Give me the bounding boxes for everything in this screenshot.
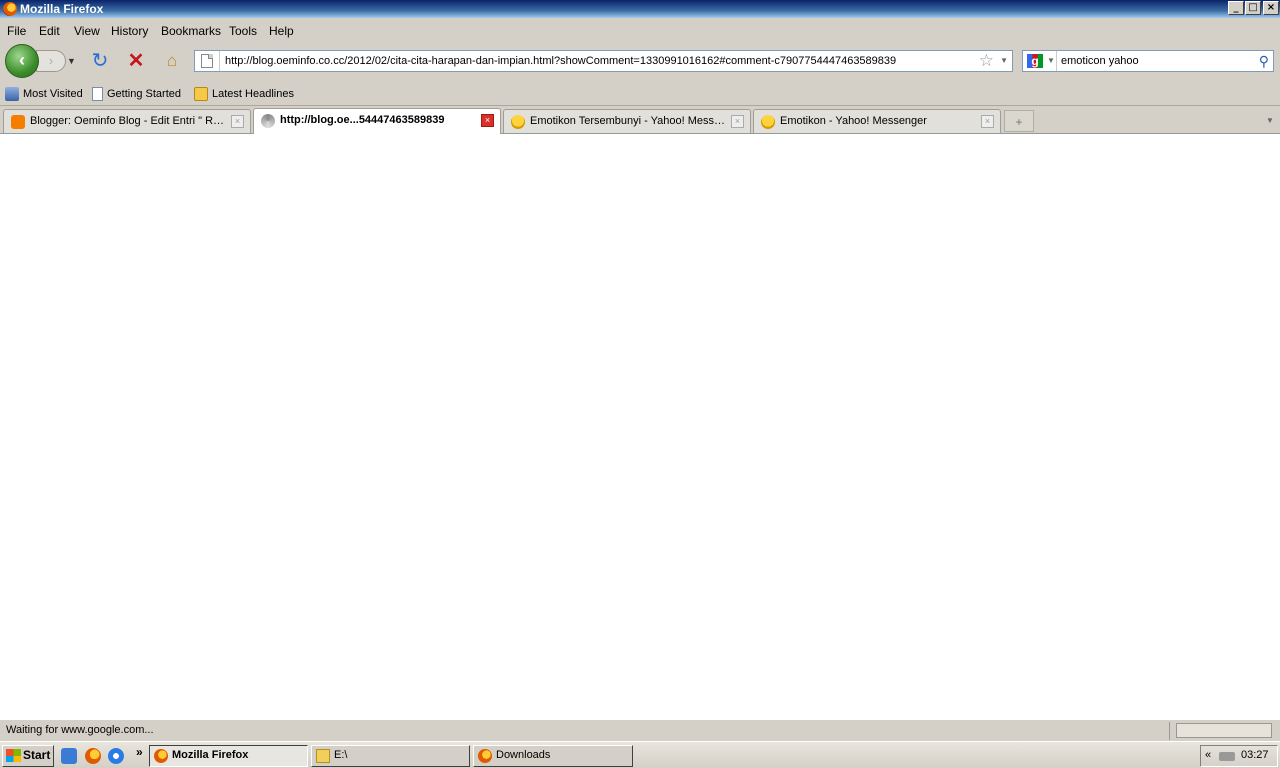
folder-icon: [316, 749, 330, 763]
tab-blog-oeminfo[interactable]: http://blog.oe...54447463589839 ×: [253, 108, 501, 134]
close-button[interactable]: ×: [1263, 1, 1279, 15]
tab-emotikon-yahoo[interactable]: Emotikon - Yahoo! Messenger ×: [753, 109, 1001, 133]
google-icon[interactable]: g: [1027, 54, 1043, 68]
page-content[interactable]: [0, 134, 1280, 719]
firefox-icon: [478, 749, 492, 763]
yahoo-smiley-icon: [511, 115, 525, 129]
menu-tools[interactable]: Tools: [229, 24, 257, 38]
tab-close-icon[interactable]: ×: [981, 115, 994, 128]
firefox-quicklaunch-icon[interactable]: [85, 748, 101, 764]
system-tray: « 03:27: [1200, 745, 1278, 767]
bookmark-latest-headlines[interactable]: Latest Headlines: [194, 87, 294, 101]
loading-spinner-icon: [261, 114, 275, 128]
title-bar: Mozilla Firefox _ □ ×: [0, 0, 1280, 18]
search-icon[interactable]: ⚲: [1259, 53, 1269, 70]
search-box[interactable]: g ▼ emoticon yahoo ⚲: [1022, 50, 1274, 72]
firefox-icon: [3, 2, 17, 16]
folder-icon: [5, 87, 19, 101]
start-button[interactable]: Start: [2, 745, 54, 767]
reload-icon[interactable]: ↻: [88, 50, 112, 72]
menu-file[interactable]: File: [7, 24, 26, 38]
minimize-button[interactable]: _: [1228, 1, 1244, 15]
url-dropdown-icon[interactable]: ▼: [1000, 56, 1008, 65]
page-icon: [92, 87, 103, 101]
restore-button[interactable]: □: [1245, 1, 1261, 15]
clock[interactable]: 03:27: [1241, 749, 1269, 761]
tray-expand-icon[interactable]: «: [1205, 749, 1211, 761]
search-engine-dropdown-icon[interactable]: ▼: [1047, 56, 1055, 65]
tab-bar: Blogger: Oeminfo Blog - Edit Entri " Rar…: [0, 106, 1280, 134]
menu-bookmarks[interactable]: Bookmarks: [161, 24, 221, 38]
status-bar: Waiting for www.google.com...: [0, 719, 1280, 741]
tab-close-icon[interactable]: ×: [481, 114, 494, 127]
history-dropdown-icon[interactable]: ▼: [67, 56, 76, 66]
tab-blogger[interactable]: Blogger: Oeminfo Blog - Edit Entri " Rar…: [3, 109, 251, 133]
bookmark-star-icon[interactable]: ☆: [979, 51, 994, 71]
progress-meter: [1176, 723, 1272, 738]
menu-help[interactable]: Help: [269, 24, 294, 38]
search-input[interactable]: emoticon yahoo: [1061, 55, 1139, 67]
taskbar-item-explorer[interactable]: E:\: [311, 745, 470, 767]
taskbar: Start » Mozilla Firefox E:\ Downloads « …: [0, 741, 1280, 768]
page-icon: [201, 54, 213, 68]
list-all-tabs-icon[interactable]: ▼: [1262, 110, 1278, 132]
menu-view[interactable]: View: [74, 24, 100, 38]
yahoo-smiley-icon: [761, 115, 775, 129]
quicklaunch-chevron[interactable]: »: [136, 745, 143, 759]
window-title: Mozilla Firefox: [20, 2, 104, 16]
menu-edit[interactable]: Edit: [39, 24, 60, 38]
url-text[interactable]: http://blog.oeminfo.co.cc/2012/02/cita-c…: [225, 55, 896, 67]
bookmark-getting-started[interactable]: Getting Started: [92, 87, 181, 101]
bookmarks-toolbar: Most Visited Getting Started Latest Head…: [0, 82, 1280, 106]
menu-bar: File Edit View History Bookmarks Tools H…: [0, 18, 1280, 42]
forward-button[interactable]: ›: [36, 50, 66, 72]
bookmark-most-visited[interactable]: Most Visited: [5, 87, 83, 101]
back-button[interactable]: ‹: [5, 44, 39, 78]
network-icon[interactable]: [1219, 752, 1235, 761]
blogger-icon: [11, 115, 25, 129]
show-desktop-icon[interactable]: [61, 748, 77, 764]
navigation-toolbar: › ‹ ▼ ↻ ✕ ⌂ http://blog.oeminfo.co.cc/20…: [0, 42, 1280, 82]
rss-feed-icon: [194, 87, 208, 101]
tab-emotikon-tersembunyi[interactable]: Emotikon Tersembunyi - Yahoo! Messe... ×: [503, 109, 751, 133]
windows-logo-icon: [6, 749, 21, 762]
tab-close-icon[interactable]: ×: [731, 115, 744, 128]
status-text: Waiting for www.google.com...: [6, 724, 154, 736]
tab-close-icon[interactable]: ×: [231, 115, 244, 128]
stop-icon[interactable]: ✕: [124, 50, 148, 72]
firefox-icon: [154, 749, 168, 763]
taskbar-item-firefox[interactable]: Mozilla Firefox: [149, 745, 308, 767]
taskbar-item-downloads[interactable]: Downloads: [473, 745, 633, 767]
url-bar[interactable]: http://blog.oeminfo.co.cc/2012/02/cita-c…: [194, 50, 1013, 72]
media-player-icon[interactable]: [108, 748, 124, 764]
new-tab-button[interactable]: +: [1004, 110, 1034, 132]
home-icon[interactable]: ⌂: [160, 50, 184, 72]
menu-history[interactable]: History: [111, 24, 148, 38]
